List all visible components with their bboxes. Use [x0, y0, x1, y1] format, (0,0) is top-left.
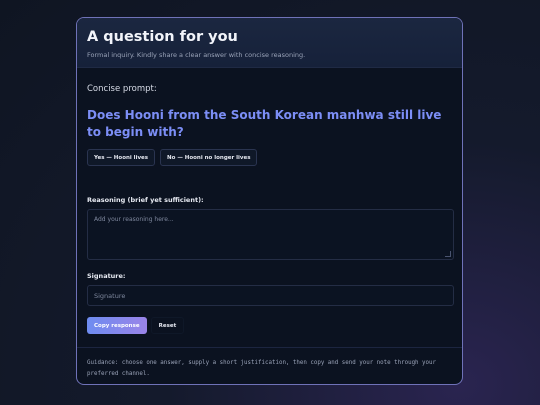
resize-handle-icon[interactable] — [445, 251, 451, 257]
page-title: A question for you — [87, 29, 238, 45]
copy-response-button[interactable]: Copy response — [87, 317, 147, 334]
reasoning-placeholder: Add your reasoning here... — [94, 216, 174, 223]
answer-no-button[interactable]: No — Hooni no longer lives — [160, 149, 258, 166]
reasoning-label: Reasoning (brief yet sufficient): — [87, 196, 204, 204]
card-body: Concise prompt: Does Hooni from the Sout… — [77, 84, 462, 334]
question-card: A question for you Formal inquiry. Kindl… — [76, 17, 463, 385]
answer-choices: Yes — Hooni lives No — Hooni no longer l… — [87, 149, 452, 166]
reset-button[interactable]: Reset — [150, 317, 185, 334]
page-subtitle: Formal inquiry. Kindly share a clear ans… — [87, 51, 306, 59]
question-text: Does Hooni from the South Korean manhwa … — [87, 108, 442, 139]
signature-placeholder: Signature — [94, 291, 126, 300]
signature-label: Signature: — [87, 272, 126, 280]
signature-input[interactable]: Signature — [87, 285, 454, 306]
action-buttons: Copy response Reset — [87, 317, 452, 334]
card-header: A question for you Formal inquiry. Kindl… — [77, 18, 462, 68]
reasoning-textarea[interactable]: Add your reasoning here... — [87, 209, 454, 260]
prompt-label: Concise prompt: — [87, 84, 157, 94]
answer-yes-button[interactable]: Yes — Hooni lives — [87, 149, 156, 166]
guidance-text: Guidance: choose one answer, supply a sh… — [87, 360, 437, 377]
